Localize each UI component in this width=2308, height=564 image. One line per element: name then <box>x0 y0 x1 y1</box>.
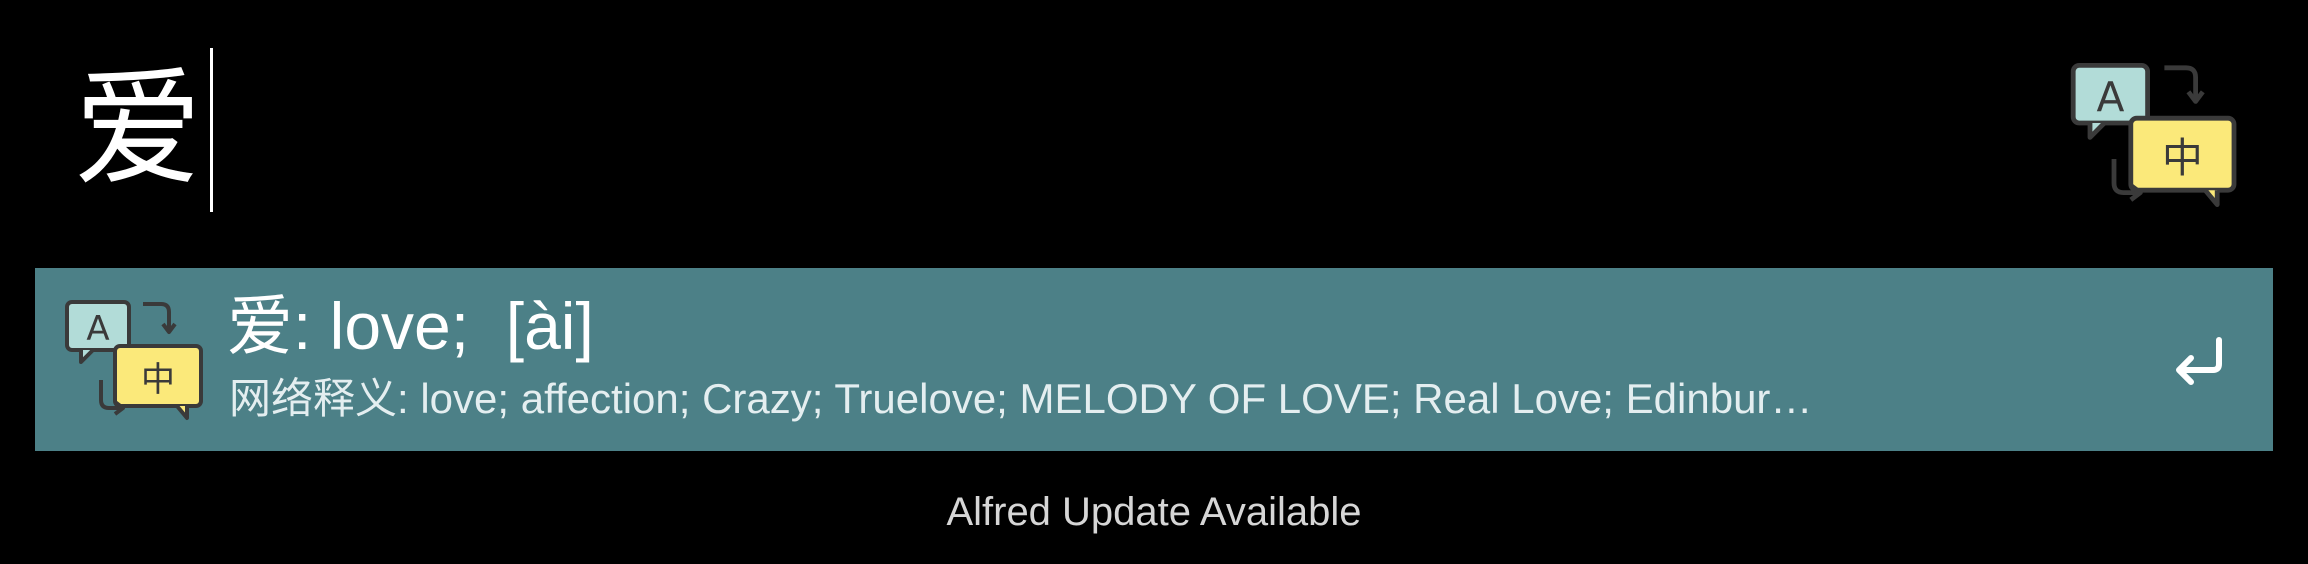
result-title-definition: : love; [ài] <box>293 289 594 363</box>
update-available-status[interactable]: Alfred Update Available <box>0 490 2308 535</box>
return-key-icon[interactable] <box>2169 334 2229 386</box>
translate-icon: A 中 <box>2070 62 2237 207</box>
result-title-word: 爱 <box>227 288 293 365</box>
svg-text:A: A <box>86 309 109 349</box>
result-row-selected[interactable]: A 中 爱: love; [ài] 网络释义: love; affection;… <box>35 268 2273 451</box>
svg-text:中: 中 <box>141 360 175 400</box>
result-title: 爱: love; [ài] <box>227 290 594 364</box>
search-field[interactable]: 爱 <box>74 40 214 220</box>
result-subtitle: 网络释义: love; affection; Crazy; Truelove; … <box>229 375 1813 422</box>
alfred-window: 爱 A 中 A 中 爱: love; [ài] 网络释义: love; affe… <box>0 0 2308 564</box>
text-caret <box>210 48 214 212</box>
svg-text:A: A <box>2096 73 2124 121</box>
svg-text:中: 中 <box>2162 134 2203 182</box>
search-query-text[interactable]: 爱 <box>74 66 202 194</box>
translate-icon: A 中 <box>65 300 203 420</box>
